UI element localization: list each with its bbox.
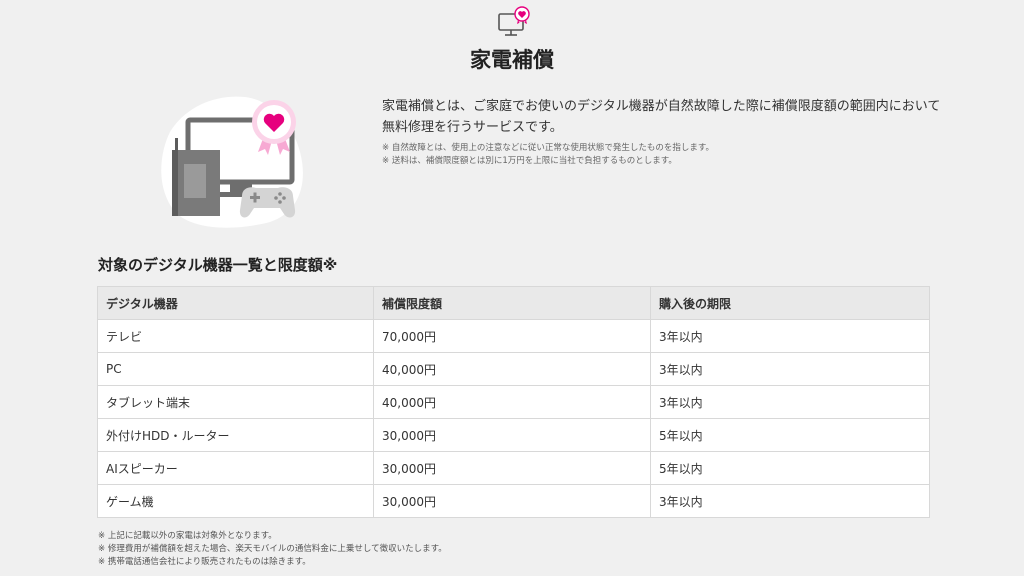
page: 家電補償 家電補償とは、ご家庭でお使いのデジタル機器が自然故障した際に補償限度額… bbox=[0, 0, 1024, 576]
table-row: ゲーム機 30,000円 3年以内 bbox=[97, 484, 930, 518]
table-row: AIスピーカー 30,000円 5年以内 bbox=[97, 451, 930, 485]
limit-cell: 30,000円 bbox=[373, 451, 651, 485]
intro-description: 家電補償とは、ご家庭でお使いのデジタル機器が自然故障した際に補償限度額の範囲内に… bbox=[382, 99, 941, 135]
limit-cell: 40,000円 bbox=[373, 352, 651, 386]
period-cell: 5年以内 bbox=[650, 451, 930, 485]
period-cell: 3年以内 bbox=[650, 319, 930, 353]
device-limit-table: デジタル機器 補償限度額 購入後の期限 テレビ 70,000円 3年以内 PC … bbox=[97, 286, 930, 518]
table-row: テレビ 70,000円 3年以内 bbox=[97, 319, 930, 353]
period-cell: 3年以内 bbox=[650, 352, 930, 386]
limit-cell: 40,000円 bbox=[373, 385, 651, 419]
device-cell: PC bbox=[97, 352, 374, 386]
table-row: タブレット端末 40,000円 3年以内 bbox=[97, 385, 930, 419]
table-title: 対象のデジタル機器一覧と限度額※ bbox=[98, 256, 338, 274]
column-header-limit: 補償限度額 bbox=[373, 286, 651, 320]
table-row: 外付けHDD・ルーター 30,000円 5年以内 bbox=[97, 418, 930, 452]
intro-section: 家電補償とは、ご家庭でお使いのデジタル機器が自然故障した際に補償限度額の範囲内に… bbox=[382, 96, 942, 168]
period-cell: 5年以内 bbox=[650, 418, 930, 452]
monitor-heart-icon bbox=[498, 6, 530, 36]
footnotes: ※ 上記に記載以外の家電は対象外となります。 ※ 修理費用が補償額を超えた場合、… bbox=[98, 530, 447, 569]
limit-cell: 30,000円 bbox=[373, 418, 651, 452]
intro-notes: ※ 自然故障とは、使用上の注意などに従い正常な使用状態で発生したものを指します。… bbox=[382, 142, 942, 168]
device-cell: タブレット端末 bbox=[97, 385, 374, 419]
device-cell: 外付けHDD・ルーター bbox=[97, 418, 374, 452]
limit-cell: 70,000円 bbox=[373, 319, 651, 353]
table-header-row: デジタル機器 補償限度額 購入後の期限 bbox=[97, 286, 930, 320]
column-header-device: デジタル機器 bbox=[97, 286, 374, 320]
period-cell: 3年以内 bbox=[650, 484, 930, 518]
footnote: ※ 上記に記載以外の家電は対象外となります。 bbox=[98, 531, 277, 541]
intro-note: ※ 送料は、補償限度額とは別に1万円を上限に当社で負担するものとします。 bbox=[382, 156, 677, 166]
intro-note: ※ 自然故障とは、使用上の注意などに従い正常な使用状態で発生したものを指します。 bbox=[382, 143, 714, 153]
device-cell: ゲーム機 bbox=[97, 484, 374, 518]
device-cell: AIスピーカー bbox=[97, 451, 374, 485]
table-row: PC 40,000円 3年以内 bbox=[97, 352, 930, 386]
footnote: ※ 修理費用が補償額を超えた場合、楽天モバイルの通信料金に上乗せして徴収いたしま… bbox=[98, 544, 447, 554]
page-title: 家電補償 bbox=[470, 48, 554, 72]
limit-cell: 30,000円 bbox=[373, 484, 651, 518]
device-illustration bbox=[161, 96, 303, 228]
period-cell: 3年以内 bbox=[650, 385, 930, 419]
device-cell: テレビ bbox=[97, 319, 374, 353]
column-header-period: 購入後の期限 bbox=[650, 286, 930, 320]
footnote: ※ 携帯電話通信会社により販売されたものは除きます。 bbox=[98, 557, 311, 567]
